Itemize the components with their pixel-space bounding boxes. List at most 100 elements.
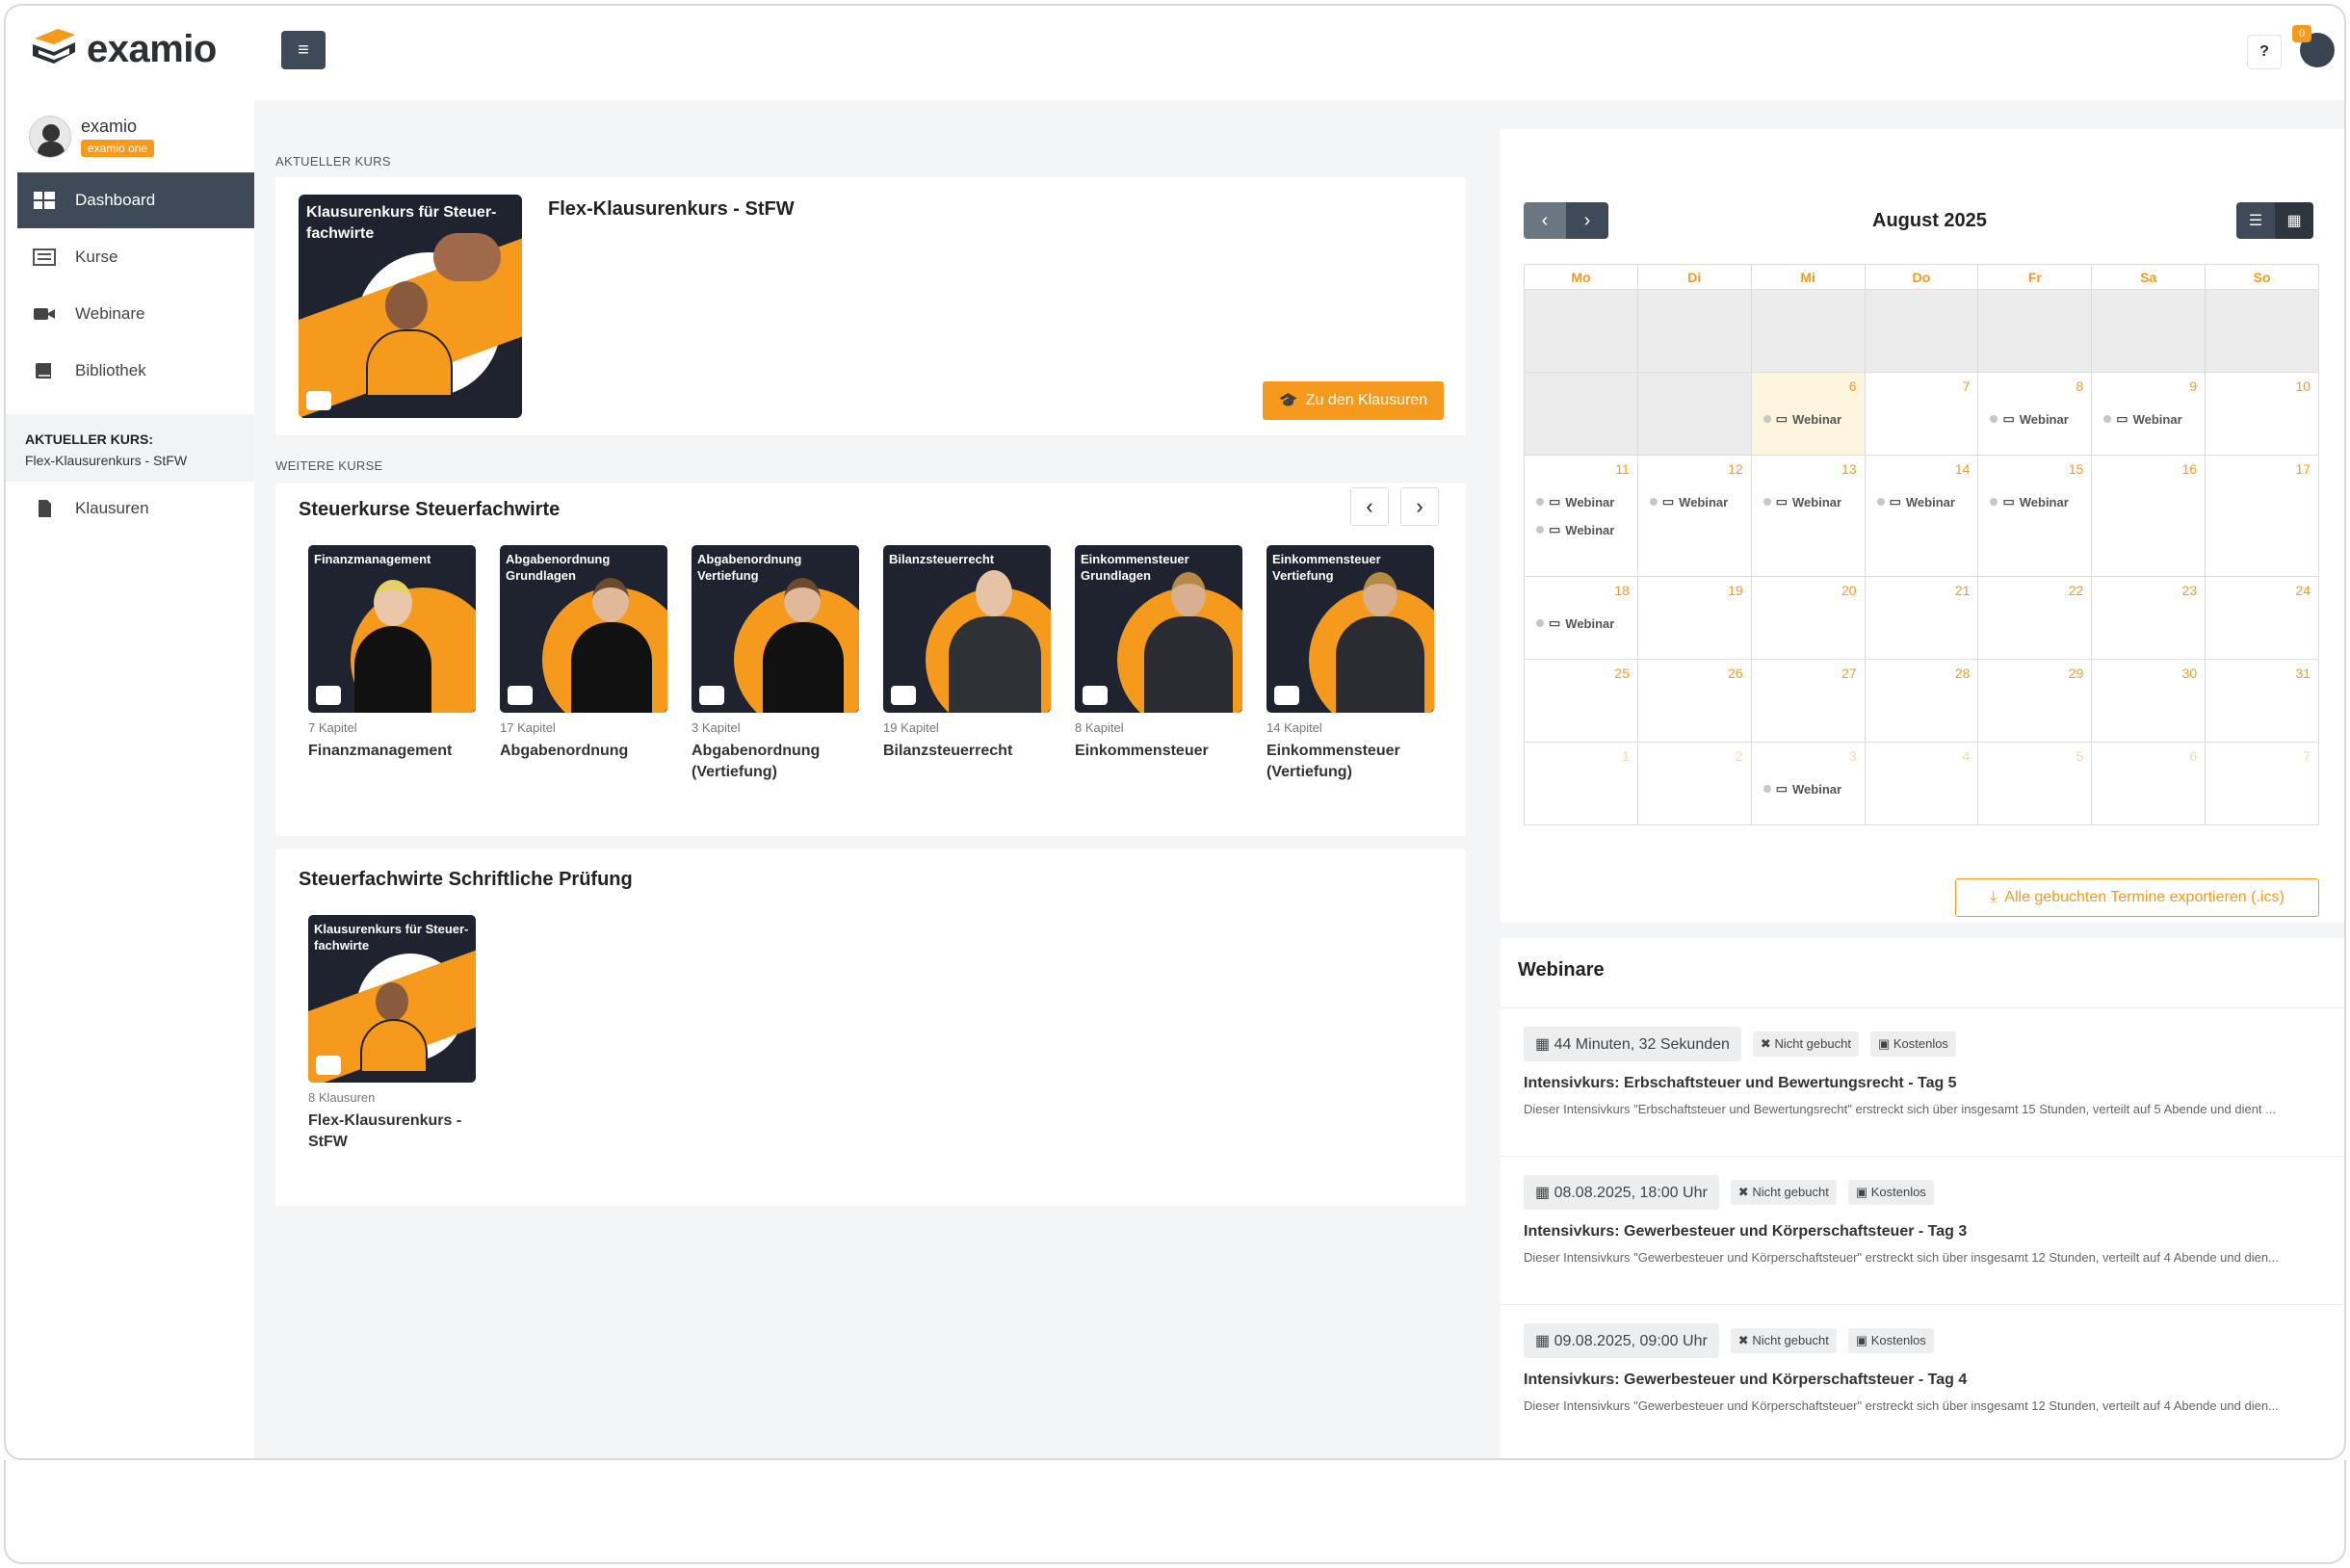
course-tile[interactable]: Finanzmanagement 7 Kapitel Finanzmanagem… bbox=[308, 545, 476, 762]
calendar-day-cell[interactable]: 20 bbox=[1751, 577, 1866, 660]
calendar-day-cell[interactable] bbox=[1978, 290, 2093, 373]
calendar-day-cell[interactable]: 12 ▭ Webinar bbox=[1637, 456, 1752, 577]
calendar-day-cell[interactable]: 22 bbox=[1978, 577, 2093, 660]
course-tile[interactable]: Einkommensteuer Vertiefung 14 Kapitel Ei… bbox=[1266, 545, 1434, 783]
calendar-event[interactable]: ▭ Webinar bbox=[1762, 411, 1841, 427]
calendar-day-cell[interactable]: 8 ▭ Webinar bbox=[1978, 373, 2093, 456]
chevron-right-icon: › bbox=[1416, 494, 1423, 518]
calendar-day-cell[interactable] bbox=[2092, 290, 2206, 373]
calendar-day-cell[interactable] bbox=[1525, 373, 1638, 456]
webinar-item[interactable]: ▦ 08.08.2025, 18:00 Uhr ✖ Nicht gebucht … bbox=[1524, 1175, 2327, 1265]
calendar-week-row bbox=[1525, 290, 2320, 373]
plan-badge: examio one bbox=[81, 140, 155, 157]
booking-status: Nicht gebucht bbox=[1752, 1333, 1829, 1347]
calendar-day-cell[interactable]: 9 ▭ Webinar bbox=[2092, 373, 2206, 456]
calendar-day-cell[interactable]: 30 bbox=[2092, 660, 2206, 743]
calendar-day-cell[interactable]: 31 bbox=[2206, 660, 2320, 743]
sidebar-item-dashboard[interactable]: Dashboard bbox=[17, 172, 254, 228]
calendar-day-cell[interactable]: 16 bbox=[2092, 456, 2206, 577]
calendar-event[interactable]: ▭ Webinar bbox=[1536, 494, 1614, 510]
calendar-day-cell[interactable]: 17 bbox=[2206, 456, 2320, 577]
calendar-day-cell[interactable] bbox=[1637, 373, 1752, 456]
calendar-day-cell[interactable]: 15 ▭ Webinar bbox=[1978, 456, 2093, 577]
course-tile[interactable]: Abgabenordnung Vertiefung 3 Kapitel Abga… bbox=[692, 545, 859, 783]
calendar-month-title: August 2025 bbox=[1872, 210, 1987, 231]
calendar-icon: ▦ bbox=[1535, 1333, 1554, 1349]
calendar-day-cell[interactable] bbox=[2206, 290, 2320, 373]
course-name: Finanzmanagement bbox=[308, 743, 453, 759]
calendar-day-cell[interactable]: 18 ▭ Webinar bbox=[1525, 577, 1638, 660]
calendar-event[interactable]: ▭ Webinar bbox=[1536, 522, 1614, 537]
sidebar-item-label: Dashboard bbox=[75, 191, 156, 209]
carousel-prev-button[interactable]: ‹ bbox=[1350, 487, 1389, 526]
calendar-day-cell[interactable]: 6 bbox=[2092, 743, 2206, 825]
calendar-day-cell[interactable] bbox=[1865, 290, 1979, 373]
sidebar-item-klausuren[interactable]: Klausuren bbox=[17, 481, 254, 536]
webinar-item[interactable]: ▦ 09.08.2025, 09:00 Uhr ✖ Nicht gebucht … bbox=[1524, 1323, 2327, 1413]
webinar-time: 08.08.2025, 18:00 Uhr bbox=[1554, 1185, 1708, 1201]
calendar-event[interactable]: ▭ Webinar bbox=[1990, 494, 2069, 510]
course-tile[interactable]: Einkommensteuer Grundlagen 8 Kapitel Ein… bbox=[1075, 545, 1242, 762]
calendar-day-cell[interactable]: 19 bbox=[1637, 577, 1752, 660]
user-profile[interactable]: examio examio one bbox=[29, 116, 155, 158]
calendar-next-button[interactable]: › bbox=[1566, 202, 1608, 239]
sidebar-item-webinare[interactable]: Webinare bbox=[17, 286, 254, 342]
calendar-day-cell[interactable]: 21 bbox=[1865, 577, 1979, 660]
calendar-day-cell[interactable]: 10 bbox=[2206, 373, 2320, 456]
calendar-day-cell[interactable]: 7 bbox=[2206, 743, 2320, 825]
calendar-day-cell[interactable]: 13 ▭ Webinar bbox=[1751, 456, 1866, 577]
calendar-day-cell[interactable]: 11 ▭ Webinar ▭ Webinar bbox=[1525, 456, 1638, 577]
to-exams-button[interactable]: 🎓 Zu den Klausuren bbox=[1263, 381, 1444, 420]
brand-mark-icon bbox=[891, 686, 916, 705]
course-tile[interactable]: Abgabenordnung Grundlagen 17 Kapitel Abg… bbox=[500, 545, 667, 762]
calendar-day-cell[interactable]: 5 bbox=[1978, 743, 2093, 825]
sidebar-item-kurse[interactable]: Kurse bbox=[17, 229, 254, 285]
month-view-button[interactable]: ▦ bbox=[2275, 202, 2313, 239]
weekday-label: So bbox=[2206, 265, 2320, 290]
calendar-prev-button[interactable]: ‹ bbox=[1524, 202, 1566, 239]
course-thumbnail: Klausurenkurs für Steuer-fachwirte bbox=[308, 915, 476, 1083]
sidebar-item-bibliothek[interactable]: Bibliothek bbox=[17, 343, 254, 399]
calendar-event[interactable]: ▭ Webinar bbox=[1762, 781, 1841, 797]
calendar-day-cell[interactable]: 6 ▭ Webinar bbox=[1751, 373, 1866, 456]
calendar-event[interactable]: ▭ Webinar bbox=[1990, 411, 2069, 427]
export-ics-button[interactable]: ⤓ Alle gebuchten Termine exportieren (.i… bbox=[1955, 878, 2319, 917]
day-number: 19 bbox=[1728, 583, 1743, 598]
calendar-day-cell[interactable] bbox=[1637, 290, 1752, 373]
calendar-event[interactable]: ▭ Webinar bbox=[2103, 411, 2182, 427]
hamburger-icon: ≡ bbox=[298, 39, 309, 61]
calendar-day-cell[interactable]: 3 ▭ Webinar bbox=[1751, 743, 1866, 825]
calendar-event[interactable]: ▭ Webinar bbox=[1876, 494, 1955, 510]
calendar-event[interactable]: ▭ Webinar bbox=[1536, 615, 1614, 631]
list-view-button[interactable]: ☰ bbox=[2236, 202, 2275, 239]
calendar-day-cell[interactable]: 1 bbox=[1525, 743, 1638, 825]
menu-toggle-button[interactable]: ≡ bbox=[281, 31, 326, 69]
dashboard-icon bbox=[34, 192, 55, 209]
help-button[interactable]: ? bbox=[2247, 35, 2282, 69]
calendar-day-cell[interactable] bbox=[1751, 290, 1866, 373]
calendar-day-cell[interactable]: 25 bbox=[1525, 660, 1638, 743]
event-dot-icon bbox=[1762, 785, 1771, 793]
calendar-event[interactable]: ▭ Webinar bbox=[1649, 494, 1728, 510]
calendar-day-cell[interactable] bbox=[1525, 290, 1638, 373]
current-course-thumbnail[interactable]: Klausurenkurs für Steuer-fachwirte bbox=[299, 195, 522, 418]
calendar-day-cell[interactable]: 7 bbox=[1865, 373, 1979, 456]
course-tile[interactable]: Bilanzsteuerrecht 19 Kapitel Bilanzsteue… bbox=[883, 545, 1051, 762]
calendar-day-cell[interactable]: 27 bbox=[1751, 660, 1866, 743]
course-name: Einkommensteuer bbox=[1075, 743, 1209, 759]
calendar-day-cell[interactable]: 24 bbox=[2206, 577, 2320, 660]
calendar-event[interactable]: ▭ Webinar bbox=[1762, 494, 1841, 510]
calendar-day-cell[interactable]: 29 bbox=[1978, 660, 2093, 743]
webinar-item[interactable]: ▦ 44 Minuten, 32 Sekunden ✖ Nicht gebuch… bbox=[1524, 1027, 2327, 1116]
calendar-day-cell[interactable]: 14 ▭ Webinar bbox=[1865, 456, 1979, 577]
examio-logo[interactable]: examio bbox=[29, 25, 217, 73]
graduation-cap-icon: 🎓 bbox=[1278, 393, 1298, 409]
event-label: Webinar bbox=[2132, 411, 2182, 427]
calendar-day-cell[interactable]: 2 bbox=[1637, 743, 1752, 825]
calendar-day-cell[interactable]: 4 bbox=[1865, 743, 1979, 825]
course-tile[interactable]: Klausurenkurs für Steuer-fachwirte 8 Kla… bbox=[308, 915, 476, 1153]
calendar-day-cell[interactable]: 23 bbox=[2092, 577, 2206, 660]
carousel-next-button[interactable]: › bbox=[1400, 487, 1439, 526]
calendar-day-cell[interactable]: 26 bbox=[1637, 660, 1752, 743]
calendar-day-cell[interactable]: 28 bbox=[1865, 660, 1979, 743]
